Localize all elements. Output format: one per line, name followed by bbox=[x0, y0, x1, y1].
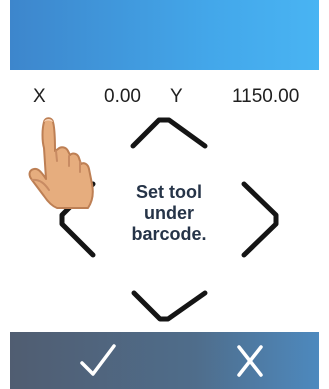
y-coordinate-value: 1150.00 bbox=[232, 86, 300, 107]
chevron-down-icon bbox=[131, 290, 208, 322]
x-icon bbox=[237, 344, 263, 377]
jog-controls: Set tool under barcode. bbox=[10, 112, 319, 332]
footer-action-bar bbox=[10, 332, 319, 389]
instruction-text: Set tool under barcode. bbox=[109, 182, 229, 245]
jog-up-button[interactable] bbox=[130, 117, 208, 149]
x-coordinate-value: 0.00 bbox=[104, 86, 141, 107]
hand-pointer-icon bbox=[28, 117, 94, 209]
barcode-setup-screen: X 0.00 Y 1150.00 Set tool under barcode. bbox=[0, 0, 329, 389]
instruction-line: under bbox=[143, 203, 194, 223]
y-coordinate-label: Y bbox=[170, 86, 183, 107]
cancel-button[interactable] bbox=[210, 332, 290, 389]
confirm-button[interactable] bbox=[58, 332, 138, 389]
jog-right-button[interactable] bbox=[241, 181, 279, 258]
instruction-line: Set tool bbox=[136, 182, 202, 202]
chevron-up-icon bbox=[130, 117, 208, 149]
header-bar bbox=[10, 0, 319, 70]
instruction-line: barcode. bbox=[131, 224, 207, 244]
coordinate-readout: X 0.00 Y 1150.00 bbox=[10, 82, 319, 112]
x-coordinate-label: X bbox=[33, 86, 46, 107]
chevron-right-icon bbox=[241, 181, 279, 258]
check-icon bbox=[80, 343, 116, 376]
jog-down-button[interactable] bbox=[131, 290, 208, 322]
